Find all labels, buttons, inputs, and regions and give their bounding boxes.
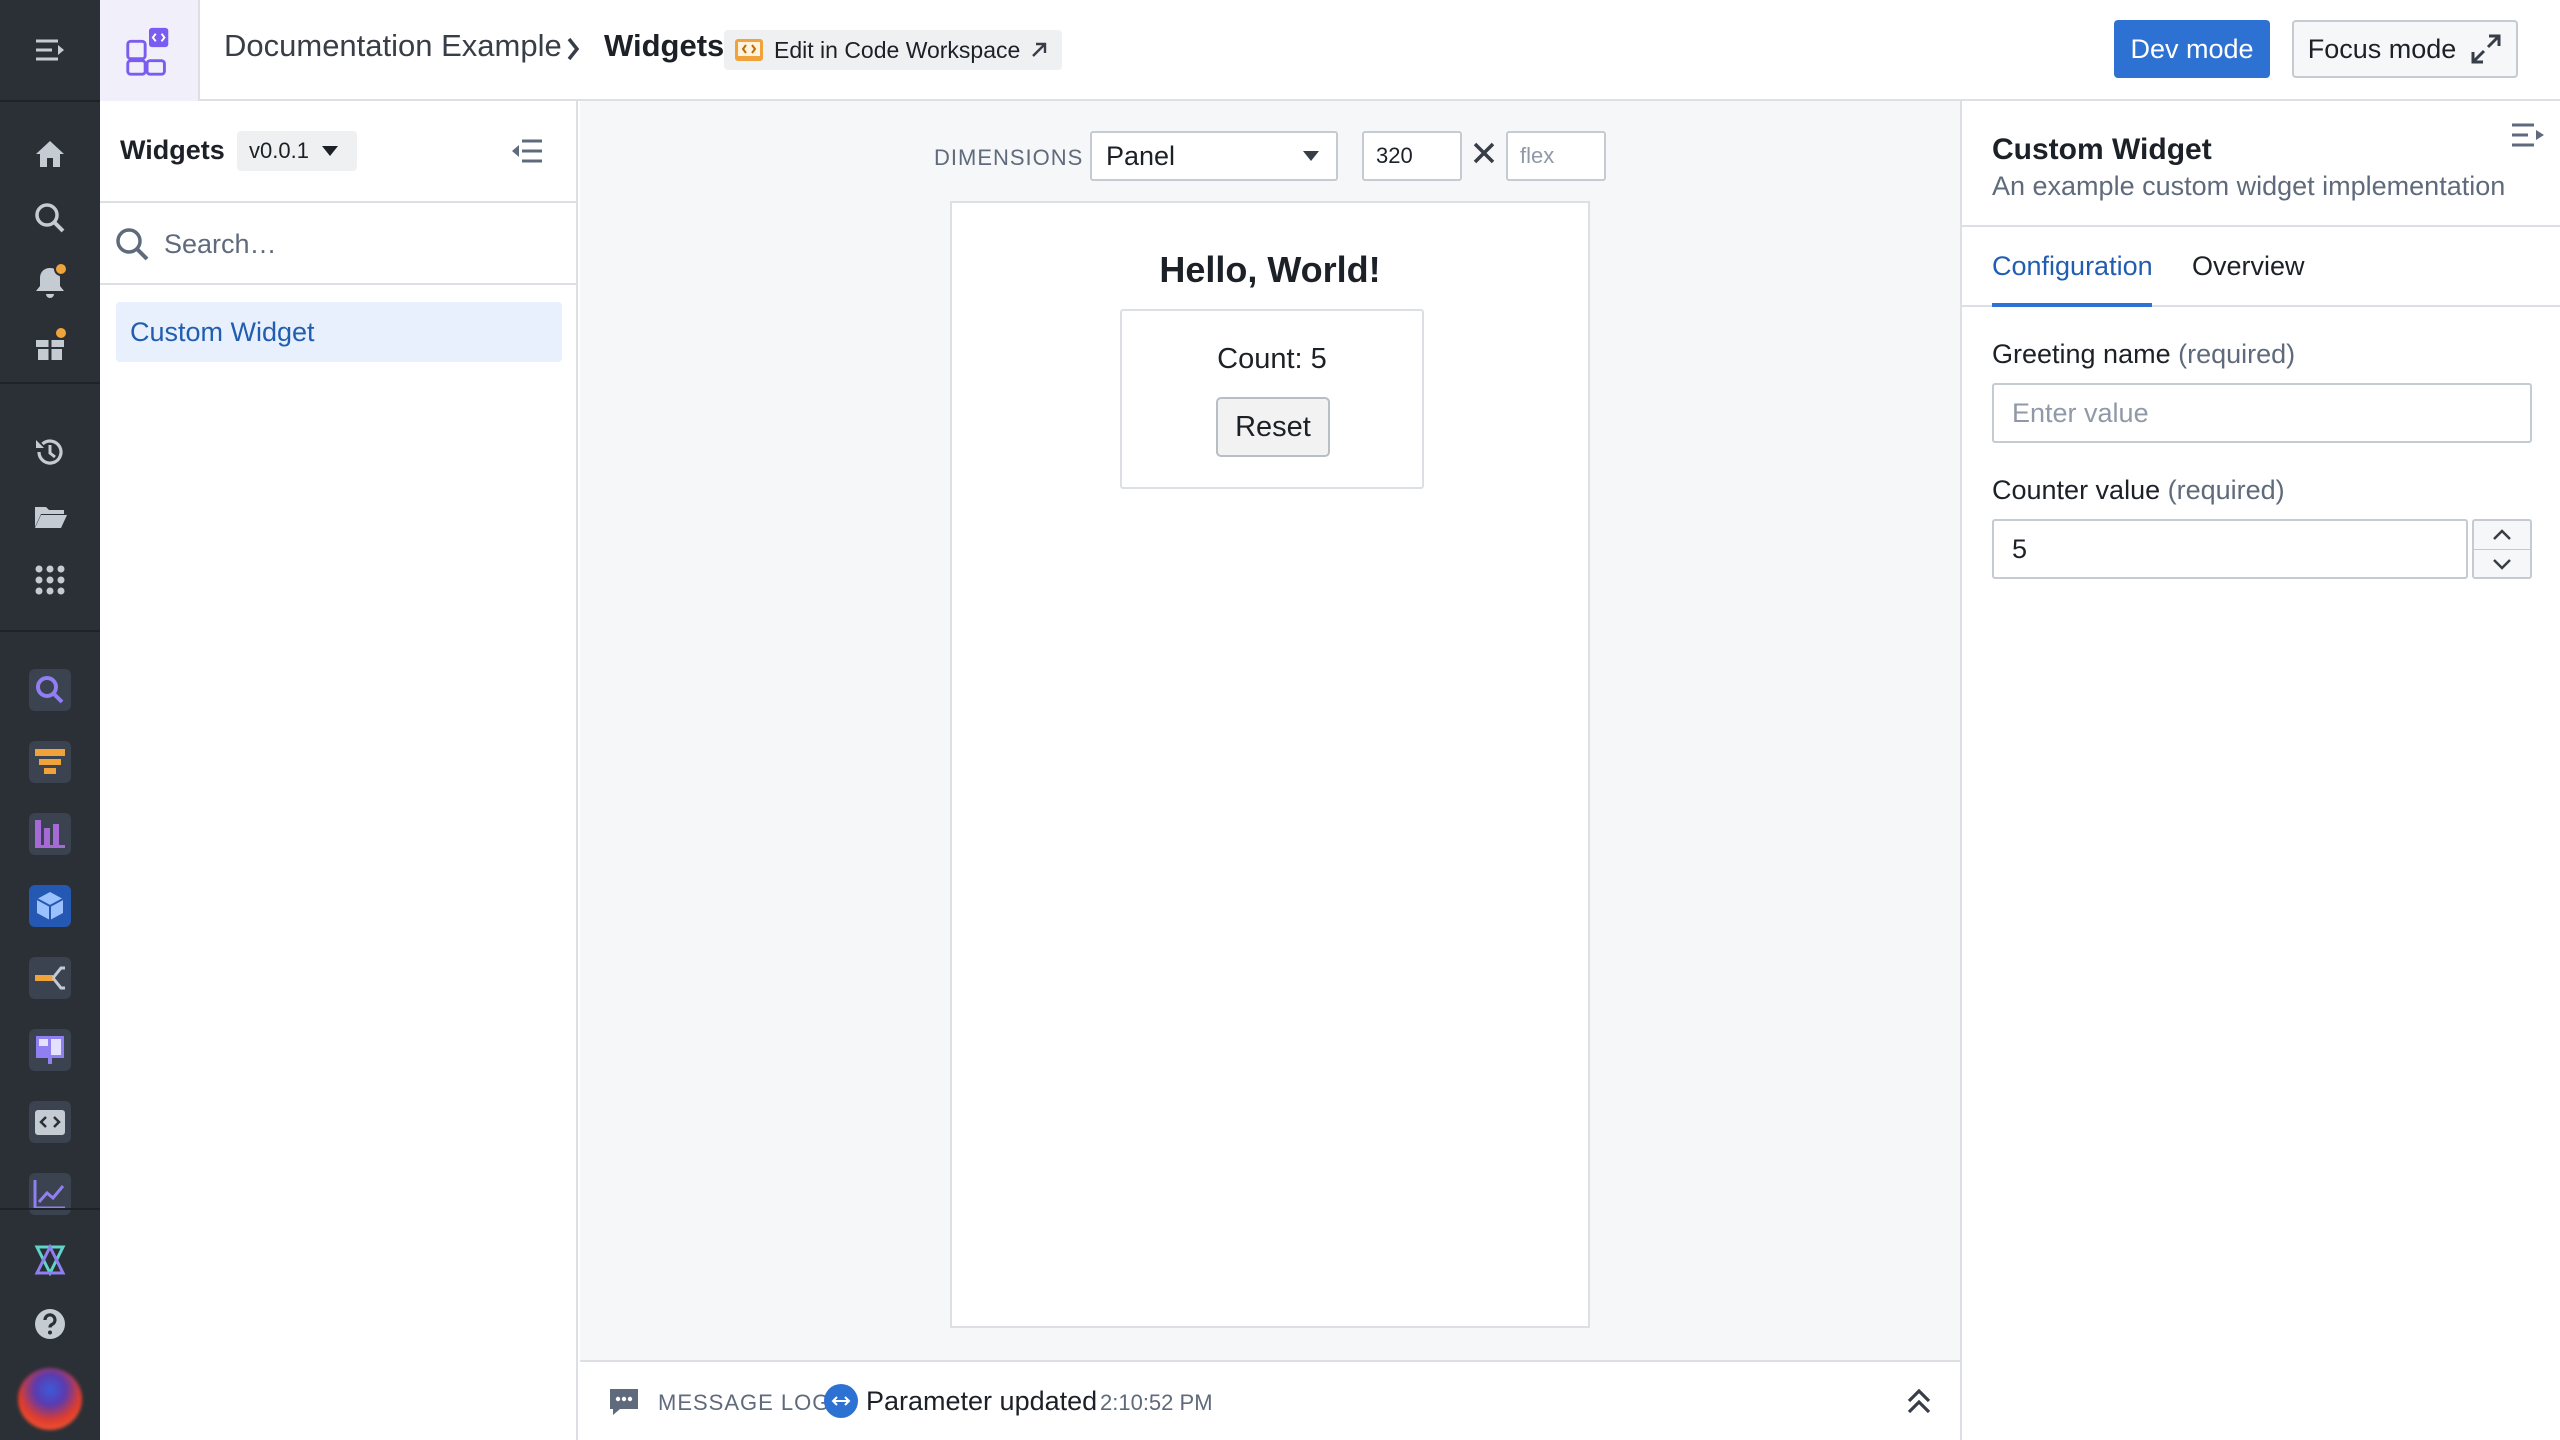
counter-card: Count: 5 Reset (1120, 309, 1424, 489)
search-input[interactable]: Search… (164, 229, 277, 260)
user-avatar[interactable] (18, 1368, 82, 1430)
widgets-app-logo (100, 0, 200, 101)
menu-icon[interactable] (0, 22, 100, 78)
search-icon (116, 228, 149, 261)
lineage-app-icon[interactable] (0, 950, 100, 1006)
ontology-app-icon[interactable] (0, 1232, 100, 1288)
greeting-name-input[interactable]: Enter value (1992, 383, 2532, 443)
gift-icon[interactable] (0, 318, 100, 374)
external-link-icon (1032, 42, 1047, 57)
layout-select[interactable]: Panel (1090, 131, 1338, 181)
breadcrumb-page[interactable]: Widgets (604, 28, 724, 64)
history-icon[interactable] (0, 424, 100, 480)
message-log-timestamp: 2:10:52 PM (1100, 1390, 1213, 1415)
widgets-panel-title: Widgets (120, 135, 225, 165)
decrement-button[interactable] (2474, 549, 2530, 577)
counter-value-label: Counter value (required) (1992, 475, 2285, 506)
counter-stepper[interactable] (2472, 519, 2532, 579)
preview-heading: Hello, World! (1159, 249, 1381, 290)
app-rail (0, 0, 100, 1440)
greeting-name-label-text: Greeting name (1992, 339, 2171, 369)
focus-mode-label: Focus mode (2307, 33, 2457, 64)
widget-list-item-label: Custom Widget (130, 316, 315, 347)
message-log-last-message: Parameter updated (866, 1386, 1098, 1416)
edit-link-label: Edit in Code Workspace (774, 36, 1021, 63)
config-panel-title: Custom Widget (1992, 133, 2212, 166)
edit-in-code-workspace-link[interactable]: Edit in Code Workspace (724, 30, 1063, 70)
chevron-up-icon (2493, 529, 2511, 540)
dimensions-label: DIMENSIONS (934, 145, 1084, 170)
caret-down-icon (1303, 151, 1319, 161)
folder-icon[interactable] (0, 488, 100, 544)
config-tabs: Configuration Overview (1962, 225, 2560, 307)
tab-overview[interactable]: Overview (2192, 251, 2305, 282)
code-workspace-icon (735, 39, 763, 61)
widgets-panel-header: Widgets v0.0.1 (100, 101, 576, 203)
widget-preview-frame: Hello, World! Count: 5 Reset (950, 201, 1590, 1328)
widget-search[interactable]: Search… (100, 205, 576, 285)
greeting-name-label: Greeting name (required) (1992, 339, 2295, 370)
width-input[interactable]: 320 (1362, 131, 1462, 181)
top-bar: Documentation Example Widgets Edit in Co… (100, 0, 2560, 101)
apps-grid-icon[interactable] (0, 552, 100, 608)
dev-mode-button[interactable]: Dev mode (2114, 20, 2270, 78)
pipeline-app-icon[interactable] (0, 734, 100, 790)
search-app-icon[interactable] (0, 662, 100, 718)
version-value: v0.0.1 (249, 138, 309, 163)
greeting-name-required: (required) (2178, 339, 2296, 369)
parameter-event-icon (824, 1384, 858, 1418)
workshop-app-icon[interactable] (0, 1022, 100, 1078)
active-tab-indicator (1992, 303, 2152, 307)
counter-value-input[interactable]: 5 (1992, 519, 2468, 579)
code-app-icon[interactable] (0, 1094, 100, 1150)
height-input[interactable]: flex (1506, 131, 1606, 181)
panel-menu-icon[interactable] (2510, 121, 2546, 151)
counter-value-label-text: Counter value (1992, 475, 2161, 505)
notifications-icon[interactable] (0, 254, 100, 310)
increment-button[interactable] (2474, 521, 2530, 549)
chevron-right-icon (567, 37, 580, 61)
message-log-bar[interactable]: MESSAGE LOG Parameter updated 2:10:52 PM (580, 1360, 1960, 1440)
multiply-icon (1473, 142, 1495, 164)
analytics-app-icon[interactable] (0, 1166, 100, 1222)
breadcrumb-project[interactable]: Documentation Example (224, 28, 562, 64)
count-text: Count: 5 (1217, 343, 1327, 375)
reset-button[interactable]: Reset (1216, 397, 1330, 457)
object-app-icon[interactable] (0, 878, 100, 934)
focus-mode-button[interactable]: Focus mode (2292, 20, 2518, 78)
caret-down-icon (321, 146, 338, 156)
preview-canvas: DIMENSIONS Panel 320 flex Hello, World! … (580, 101, 1960, 1360)
widget-list-item[interactable]: Custom Widget (116, 302, 562, 362)
tab-configuration[interactable]: Configuration (1992, 251, 2153, 282)
config-panel-subtitle: An example custom widget implementation (1992, 171, 2506, 201)
chart-app-icon[interactable] (0, 806, 100, 862)
message-log-label: MESSAGE LOG (658, 1390, 831, 1415)
search-icon[interactable] (0, 190, 100, 246)
collapse-panel-icon[interactable] (510, 137, 544, 165)
chevron-down-icon (2493, 558, 2511, 570)
config-panel: Custom Widget An example custom widget i… (1960, 101, 2560, 1440)
widgets-panel: Widgets v0.0.1 Search… Custom Widget (100, 101, 578, 1440)
layout-select-value: Panel (1106, 140, 1176, 171)
message-log-icon (610, 1389, 638, 1415)
home-icon[interactable] (0, 126, 100, 182)
help-icon[interactable] (0, 1296, 100, 1352)
maximize-icon (2471, 34, 2501, 64)
counter-value-required: (required) (2167, 475, 2285, 505)
expand-up-icon[interactable] (1906, 1386, 1932, 1416)
version-select[interactable]: v0.0.1 (237, 131, 357, 171)
